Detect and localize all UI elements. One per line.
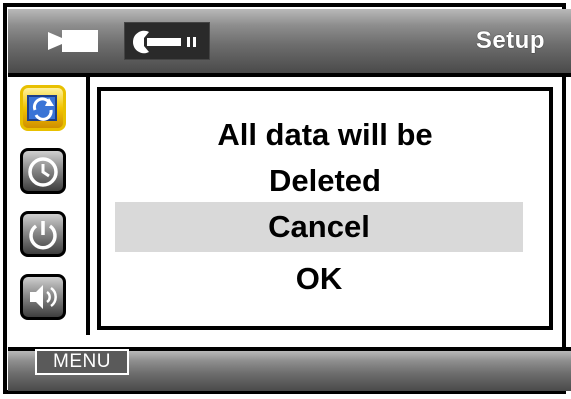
sidebar-divider: [86, 77, 90, 335]
sidebar-item-reset[interactable]: [20, 85, 66, 131]
speaker-icon: [30, 285, 57, 309]
sidebar-item-sound[interactable]: [20, 274, 66, 320]
confirm-dialog: All data will be Deleted Cancel OK: [97, 87, 553, 330]
sidebar: [8, 77, 84, 335]
sidebar-item-clock[interactable]: [20, 148, 66, 194]
dialog-message-line1: All data will be: [217, 117, 433, 152]
camera-icon: [48, 30, 98, 52]
power-icon: [29, 221, 57, 250]
tab-camera[interactable]: [48, 26, 100, 56]
refresh-icon: [27, 95, 57, 121]
cancel-option[interactable]: Cancel: [115, 202, 523, 252]
header-divider: [8, 73, 571, 77]
page-title: Setup: [475, 27, 545, 54]
wrench-icon: [132, 30, 196, 54]
clock-icon: [28, 157, 58, 187]
ok-option[interactable]: OK: [115, 254, 523, 304]
menu-button[interactable]: MENU: [35, 349, 129, 375]
tab-settings[interactable]: [124, 22, 210, 60]
dialog-message-line2: Deleted: [269, 163, 381, 198]
sidebar-item-power[interactable]: [20, 211, 66, 257]
